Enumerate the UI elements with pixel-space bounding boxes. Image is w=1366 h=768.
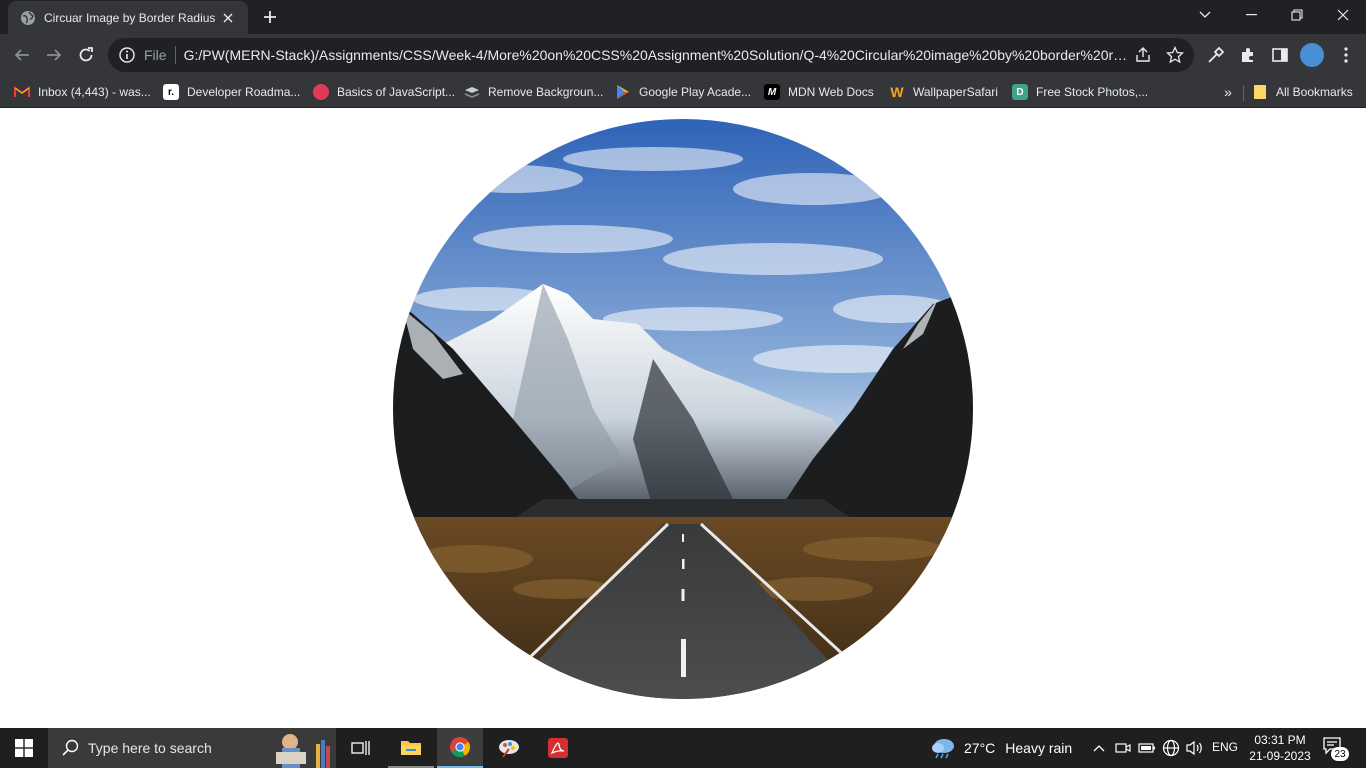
close-icon	[1337, 9, 1349, 21]
bookmarks-divider	[1243, 85, 1244, 101]
file-explorer-button[interactable]	[388, 728, 434, 768]
restore-icon	[1291, 9, 1303, 21]
clock-time: 03:31 PM	[1254, 733, 1306, 747]
bookmark-item[interactable]: Basics of JavaScript...	[313, 82, 455, 102]
share-icon[interactable]	[1134, 46, 1152, 64]
bookmark-item[interactable]: r. Developer Roadma...	[163, 82, 300, 102]
windows-logo-icon	[15, 739, 33, 757]
weather-condition: Heavy rain	[1005, 740, 1073, 756]
start-button[interactable]	[0, 728, 48, 768]
google-play-icon	[615, 84, 631, 100]
task-view-icon	[351, 741, 370, 755]
mountain-road-landscape	[393, 119, 973, 699]
minimize-button[interactable]	[1228, 0, 1274, 30]
all-bookmarks-button[interactable]: All Bookmarks	[1252, 82, 1353, 102]
new-tab-button[interactable]	[258, 6, 282, 28]
task-view-button[interactable]	[338, 728, 384, 768]
info-icon[interactable]	[118, 46, 136, 64]
show-hidden-icons-chevron-up-icon[interactable]	[1090, 738, 1108, 758]
all-bookmarks-label: All Bookmarks	[1276, 85, 1353, 99]
clock-date: 21-09-2023	[1249, 749, 1311, 763]
side-panel-icon[interactable]	[1270, 45, 1290, 65]
close-window-button[interactable]	[1320, 0, 1366, 30]
tab-title: Circuar Image by Border Radius	[44, 10, 216, 25]
notification-center-button[interactable]: 23	[1320, 736, 1352, 762]
rain-cloud-icon	[932, 739, 954, 759]
notification-count-badge: 23	[1331, 747, 1349, 761]
bookmarks-bar: Inbox (4,443) - was... r. Developer Road…	[0, 76, 1366, 108]
mdn-icon: M	[764, 84, 780, 100]
gmail-icon	[14, 84, 30, 100]
taskbar-clock[interactable]: 03:31 PM 21-09-2023	[1248, 732, 1312, 764]
search-highlight-illustration-icon	[276, 734, 330, 768]
bookmark-label: Inbox (4,443) - was...	[38, 85, 151, 99]
browser-toolbar: File G:/PW(MERN-Stack)/Assignments/CSS/W…	[0, 34, 1366, 76]
network-globe-icon[interactable]	[1162, 738, 1180, 758]
bookmark-label: MDN Web Docs	[788, 85, 874, 99]
bookmark-item[interactable]: Google Play Acade...	[615, 82, 751, 102]
reload-icon	[79, 47, 93, 62]
kebab-menu-icon[interactable]	[1336, 45, 1356, 65]
weather-widget[interactable]: 27°C Heavy rain	[930, 728, 1072, 768]
tab-search-button[interactable]	[1182, 0, 1228, 30]
url-text[interactable]: G:/PW(MERN-Stack)/Assignments/CSS/Week-4…	[184, 47, 1128, 63]
input-language[interactable]: ENG	[1212, 740, 1238, 754]
weather-temp: 27°C	[964, 740, 996, 756]
bookmarks-overflow-button[interactable]: »	[1220, 82, 1236, 102]
page-viewport	[0, 109, 1366, 728]
back-button[interactable]	[8, 41, 36, 69]
wallpapersafari-icon: W	[890, 84, 904, 100]
tab-active[interactable]: Circuar Image by Border Radius	[8, 1, 248, 34]
tab-close-icon[interactable]	[218, 8, 238, 28]
bookmark-item[interactable]: M MDN Web Docs	[764, 82, 874, 102]
chrome-taskbar-button[interactable]	[437, 728, 483, 768]
circular-image	[393, 119, 973, 699]
paint-palette-icon	[499, 740, 519, 758]
taskbar-search[interactable]: Type here to search	[48, 728, 336, 768]
scheme-label: File	[144, 47, 167, 63]
bookmark-label: Free Stock Photos,...	[1036, 85, 1149, 99]
globe-icon	[21, 10, 35, 25]
tab-strip: Circuar Image by Border Radius	[0, 0, 1366, 34]
bookmark-label: Google Play Acade...	[639, 85, 752, 99]
bookmark-item[interactable]: D Free Stock Photos,...	[1012, 82, 1148, 102]
folder-icon	[1252, 84, 1268, 100]
paint-app-button[interactable]	[486, 728, 532, 768]
search-placeholder: Type here to search	[88, 740, 212, 756]
address-bar[interactable]: File G:/PW(MERN-Stack)/Assignments/CSS/W…	[108, 38, 1194, 72]
bookmark-item[interactable]: Inbox (4,443) - was...	[14, 82, 151, 102]
bookmark-label: Basics of JavaScript...	[337, 85, 456, 99]
bookmark-label: Developer Roadma...	[187, 85, 301, 99]
bookmark-star-icon[interactable]	[1166, 46, 1184, 64]
acrobat-button[interactable]	[535, 728, 581, 768]
remove-bg-icon	[464, 84, 480, 100]
arrow-right-icon	[47, 49, 62, 61]
bookmark-label: WallpaperSafari	[913, 85, 998, 99]
bookmark-item[interactable]: Remove Backgroun...	[464, 82, 603, 102]
stock-photos-icon: D	[1012, 84, 1028, 100]
address-separator	[174, 46, 176, 64]
forward-button[interactable]	[40, 41, 68, 69]
windows-taskbar: Type here to search 27°C Heavy rain ENG …	[0, 728, 1366, 768]
reload-button[interactable]	[72, 41, 100, 69]
chrome-icon	[450, 737, 471, 758]
pdf-icon	[548, 738, 568, 758]
bookmark-item[interactable]: W WallpaperSafari	[889, 82, 998, 102]
search-icon	[62, 739, 79, 756]
js-basics-icon	[313, 84, 329, 100]
arrow-left-icon	[14, 49, 29, 61]
minimize-icon	[1245, 14, 1257, 16]
extensions-puzzle-icon[interactable]	[1238, 45, 1258, 65]
restore-button[interactable]	[1274, 0, 1320, 30]
eyedropper-icon[interactable]	[1206, 45, 1226, 65]
bookmark-label: Remove Backgroun...	[488, 85, 604, 99]
profile-avatar[interactable]	[1300, 43, 1324, 67]
folder-icon	[401, 741, 421, 755]
plus-icon	[264, 11, 276, 23]
roadmap-icon: r.	[163, 84, 179, 100]
chevron-down-icon	[1199, 11, 1211, 18]
battery-icon[interactable]	[1138, 738, 1156, 758]
volume-icon[interactable]	[1186, 738, 1204, 758]
meet-now-camera-icon[interactable]	[1114, 738, 1132, 758]
